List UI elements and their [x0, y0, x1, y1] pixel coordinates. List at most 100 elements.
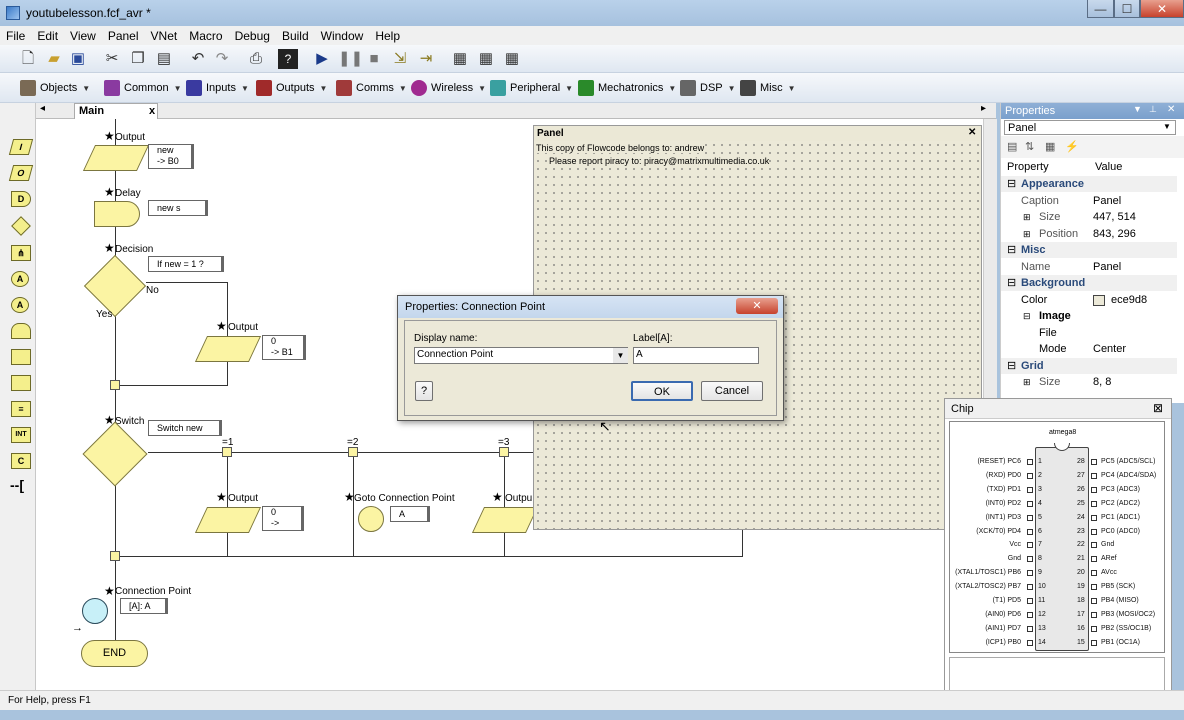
property-row[interactable]: ⊟ Appearance	[1001, 176, 1177, 192]
expand-icon[interactable]: ⊞	[1023, 226, 1031, 242]
step-over-icon[interactable]: ⇥	[416, 49, 436, 69]
property-row[interactable]: Name Panel	[1001, 259, 1177, 275]
close-icon[interactable]: ✕	[968, 127, 976, 138]
toolbar-wireless[interactable]: Wireless ▼	[411, 79, 486, 97]
open-folder-icon[interactable]: ▰	[44, 49, 64, 69]
label-a-input[interactable]: A	[633, 347, 759, 364]
chip-pin[interactable]	[1091, 598, 1097, 604]
toolbar-comms[interactable]: Comms ▼	[336, 79, 407, 97]
chip-pin[interactable]	[1091, 472, 1097, 479]
menu-edit[interactable]: Edit	[31, 29, 64, 43]
toolbar-dsp[interactable]: DSP ▼	[680, 79, 736, 97]
property-value[interactable]: 8, 8	[1093, 374, 1111, 390]
chip-pin[interactable]	[1027, 514, 1033, 521]
tab-scroll-right[interactable]: ▸	[981, 103, 986, 114]
switch-shape[interactable]	[82, 421, 148, 487]
output3-shape[interactable]	[194, 507, 262, 533]
toolbar-inputs[interactable]: Inputs ▼	[186, 79, 249, 97]
macro-icon[interactable]	[11, 375, 31, 391]
chip-pin[interactable]	[1091, 459, 1097, 465]
ok-button[interactable]: OK	[631, 381, 693, 401]
property-row[interactable]: File	[1001, 325, 1177, 341]
chip-pin[interactable]	[1027, 639, 1033, 646]
chip-pin[interactable]	[1027, 542, 1033, 549]
property-row[interactable]: Mode Center	[1001, 341, 1177, 357]
chip-program-icon[interactable]: ▦	[502, 49, 522, 69]
dialog-help-button[interactable]: ?	[415, 381, 433, 401]
redo-icon[interactable]: ↷	[212, 49, 232, 69]
property-row[interactable]: ⊞ Position 843, 296	[1001, 226, 1177, 242]
property-row[interactable]: ⊟ Image	[1001, 308, 1177, 324]
toolbar-misc[interactable]: Misc ▼	[740, 79, 796, 97]
output-icon[interactable]: O	[8, 165, 34, 181]
switch-icon[interactable]: ⋔	[11, 245, 31, 261]
chip-pin[interactable]	[1091, 611, 1097, 618]
property-row[interactable]: ⊞ Size 447, 514	[1001, 209, 1177, 225]
properties-icon[interactable]: ▦	[1045, 140, 1055, 153]
chip-pin[interactable]	[1091, 584, 1097, 591]
color-swatch[interactable]	[1093, 294, 1105, 306]
input-icon[interactable]: I	[8, 139, 34, 155]
property-value[interactable]: ece9d8	[1111, 292, 1147, 308]
run-icon[interactable]: ▶	[312, 49, 332, 69]
chip-pin[interactable]	[1027, 528, 1033, 535]
chevron-down-icon[interactable]: ▼	[1133, 104, 1142, 114]
chip-pin[interactable]	[1027, 459, 1033, 465]
c-code-icon[interactable]: C	[11, 453, 31, 469]
menu-help[interactable]: Help	[369, 29, 406, 43]
menu-debug[interactable]: Debug	[229, 29, 276, 43]
chip-pin[interactable]	[1027, 500, 1033, 507]
property-value[interactable]: 447, 514	[1093, 209, 1136, 225]
maximize-button[interactable]: ☐	[1114, 0, 1140, 18]
compile-chip-icon[interactable]: ▦	[476, 49, 496, 69]
chip-pin[interactable]	[1027, 625, 1033, 632]
property-row[interactable]: Color ece9d8	[1001, 292, 1177, 308]
toolbar-objects[interactable]: Objects ▼	[20, 79, 90, 97]
collapse-icon[interactable]: ⊟	[1023, 308, 1031, 324]
chip-pin[interactable]	[1027, 598, 1033, 604]
copy-icon[interactable]: ❐	[128, 49, 148, 69]
close-icon[interactable]: x	[149, 105, 155, 117]
collapse-icon[interactable]: ⊟	[1007, 275, 1016, 291]
expand-icon[interactable]: ⊞	[1023, 374, 1031, 390]
property-row[interactable]: ⊟ Background	[1001, 275, 1177, 291]
minimize-button[interactable]: —	[1087, 0, 1114, 18]
property-row[interactable]: ⊟ Grid	[1001, 357, 1177, 374]
dialog-close-button[interactable]: ✕	[736, 298, 778, 314]
events-icon[interactable]: ⚡	[1065, 140, 1079, 153]
chip-pin[interactable]	[1091, 542, 1097, 549]
close-button[interactable]: ✕	[1140, 0, 1184, 18]
cut-icon[interactable]: ✂	[102, 49, 122, 69]
chip-pin[interactable]	[1027, 486, 1033, 493]
new-file-icon[interactable]: 🗋	[18, 49, 38, 69]
chip-pin[interactable]	[1027, 570, 1033, 577]
chevron-down-icon[interactable]: ▼	[1163, 122, 1171, 131]
chip-icon[interactable]: ▦	[450, 49, 470, 69]
chip-pin[interactable]	[1027, 556, 1033, 563]
properties-object-select[interactable]: Panel ▼	[1004, 120, 1176, 135]
property-value[interactable]: Panel	[1093, 259, 1121, 275]
property-row[interactable]: ⊞ Size 8, 8	[1001, 374, 1177, 390]
chip-pin[interactable]	[1091, 570, 1097, 577]
chip-pin[interactable]	[1091, 639, 1097, 646]
menu-window[interactable]: Window	[315, 29, 370, 43]
collapse-icon[interactable]: ⊟	[1007, 176, 1016, 192]
chip-pin[interactable]	[1091, 556, 1097, 563]
property-value[interactable]: Panel	[1093, 193, 1121, 209]
save-icon[interactable]: ▣	[68, 49, 88, 69]
sort-alpha-icon[interactable]: ⇅	[1025, 140, 1034, 153]
delay-shape[interactable]	[94, 201, 140, 227]
toolbar-peripheral[interactable]: Peripheral ▼	[490, 79, 573, 97]
chip-pin[interactable]	[1091, 625, 1097, 632]
help-icon[interactable]: ?	[278, 49, 298, 69]
decision-icon[interactable]	[11, 216, 31, 236]
delay-icon[interactable]: D	[11, 191, 31, 207]
categorized-icon[interactable]: ▤	[1007, 140, 1017, 153]
stop-icon[interactable]: ■	[364, 49, 384, 69]
property-value[interactable]: Center	[1093, 341, 1126, 357]
chip-pin[interactable]	[1091, 514, 1097, 521]
calculation-icon[interactable]	[11, 349, 31, 365]
end-terminator[interactable]: END	[81, 640, 148, 667]
chip-pin[interactable]	[1027, 472, 1033, 479]
menu-panel[interactable]: Panel	[102, 29, 145, 43]
